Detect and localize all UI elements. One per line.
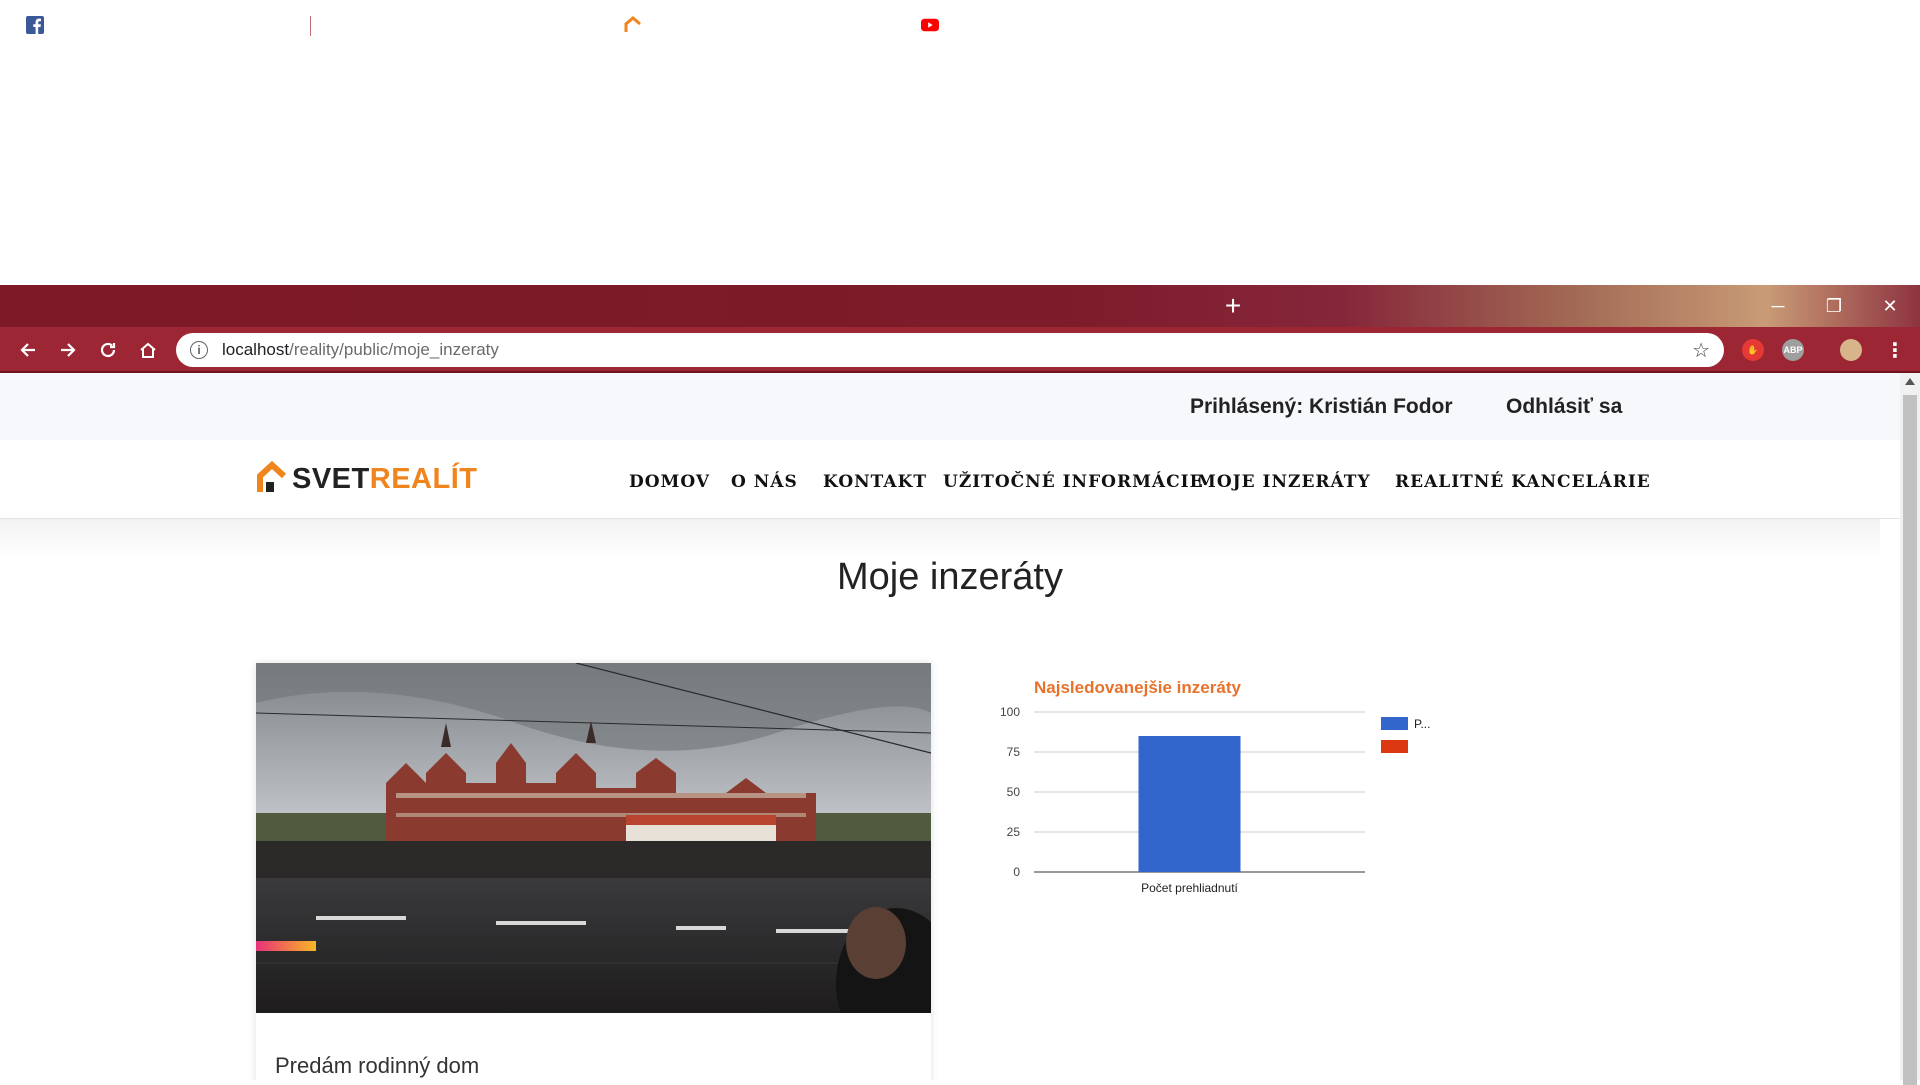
back-button[interactable] bbox=[13, 335, 43, 365]
adblock-plus-icon[interactable]: ABP bbox=[1782, 339, 1804, 361]
tab-facebook[interactable]: Facebook × bbox=[12, 8, 307, 42]
stop-hand-extension-icon[interactable]: ✋ bbox=[1742, 339, 1764, 361]
facebook-icon bbox=[26, 16, 44, 34]
tab-it-solutions[interactable]: IT Solutions × bbox=[610, 8, 905, 42]
house-logo-icon bbox=[624, 16, 642, 34]
user-bar: Prihlásený: Kristián Fodor Odhlásiť sa bbox=[0, 373, 1900, 440]
bookmark-star-icon[interactable]: ☆ bbox=[1692, 338, 1710, 363]
minimize-button[interactable]: ─ bbox=[1750, 285, 1806, 327]
url-path: /reality/public/moje_inzeraty bbox=[289, 340, 499, 359]
home-button[interactable] bbox=[133, 335, 163, 365]
tab-divider bbox=[310, 16, 311, 36]
nav-moje-inzeraty[interactable]: MOJE INZERÁTY bbox=[1197, 472, 1371, 492]
views-chart: Najsledovanejšie inzeráty 0 25 50 75 100 Poče… bbox=[985, 663, 1445, 903]
youtube-icon bbox=[921, 16, 939, 34]
tab-title: IT Solutions bbox=[654, 16, 739, 33]
address-bar[interactable]: i localhost/reality/public/moje_inzeraty… bbox=[176, 333, 1724, 367]
restore-button[interactable]: ❐ bbox=[1806, 285, 1862, 327]
bar bbox=[1138, 736, 1241, 872]
scroll-up-arrow-icon[interactable] bbox=[1905, 378, 1915, 385]
nav-o-nas[interactable]: O NÁS bbox=[731, 472, 798, 492]
chart-title: Najsledovanejšie inzeráty bbox=[1034, 678, 1241, 697]
profile-avatar[interactable] bbox=[1840, 339, 1862, 361]
y-tick-label: 100 bbox=[1000, 705, 1020, 719]
page-viewport: Prihlásený: Kristián Fodor Odhlásiť sa S… bbox=[0, 373, 1900, 1080]
new-tab-button[interactable]: + bbox=[1220, 288, 1246, 324]
page-title: Moje inzeráty bbox=[837, 556, 1063, 598]
close-tab-icon[interactable]: × bbox=[275, 15, 297, 36]
forward-arrow-icon bbox=[61, 343, 76, 357]
y-tick-label: 75 bbox=[1007, 745, 1021, 759]
scroll-thumb[interactable] bbox=[1903, 395, 1917, 1085]
listing-photo[interactable] bbox=[256, 663, 931, 1013]
tab-title: Facebook bbox=[56, 16, 127, 33]
nav-domov[interactable]: DOMOV bbox=[629, 472, 710, 492]
reload-button[interactable] bbox=[93, 335, 123, 365]
tab-youtube[interactable]: YouTube × bbox=[907, 8, 1202, 42]
url-host: localhost bbox=[222, 340, 290, 359]
document-icon bbox=[326, 16, 344, 34]
close-tab-icon[interactable]: × bbox=[1170, 15, 1192, 36]
desktop-blank-area bbox=[0, 0, 1920, 285]
house-logo-icon bbox=[257, 460, 287, 492]
y-tick-label: 0 bbox=[1013, 865, 1020, 879]
legend-swatch bbox=[1381, 717, 1408, 730]
vertical-scrollbar[interactable] bbox=[1900, 373, 1920, 1085]
tab-raw-github[interactable]: https://raw.githubusercontent.com × bbox=[312, 8, 607, 42]
listing-image bbox=[256, 663, 931, 1013]
listing-title[interactable]: Predám rodinný dom bbox=[275, 1053, 479, 1079]
nav-kontakt[interactable]: KONTAKT bbox=[823, 472, 927, 492]
logout-link[interactable]: Odhlásiť sa bbox=[1506, 395, 1622, 419]
site-logo[interactable]: SVETREALÍT bbox=[256, 460, 477, 494]
nav-realitne-kancelarie[interactable]: REALITNÉ KANCELÁRIE bbox=[1395, 472, 1651, 492]
tab-title: https://raw.githubusercontent.com bbox=[356, 16, 575, 33]
logged-in-user: Prihlásený: Kristián Fodor bbox=[1190, 395, 1453, 418]
accent-bar bbox=[256, 941, 316, 951]
menu-kebab-icon[interactable]: ⋮ bbox=[1884, 339, 1906, 362]
tab-strip bbox=[0, 285, 1920, 327]
back-arrow-icon bbox=[20, 343, 35, 357]
header-shadow bbox=[0, 519, 1880, 559]
main-navbar: SVETREALÍT DOMOV O NÁS KONTAKT UŽITOČNÉ … bbox=[0, 440, 1900, 519]
logo-text-svet: SVET bbox=[292, 463, 370, 495]
close-tab-icon[interactable]: × bbox=[873, 15, 895, 36]
y-tick-label: 25 bbox=[1007, 825, 1021, 839]
url-text[interactable]: localhost/reality/public/moje_inzeraty bbox=[222, 340, 1692, 360]
site-info-icon[interactable]: i bbox=[190, 341, 208, 359]
legend-swatch bbox=[1381, 740, 1408, 753]
chart-canvas: Najsledovanejšie inzeráty 0 25 50 75 100 Poče… bbox=[1000, 678, 1431, 895]
forward-button[interactable] bbox=[53, 335, 83, 365]
close-tab-icon[interactable]: × bbox=[575, 15, 597, 36]
x-tick-label: Počet prehliadnutí bbox=[1141, 881, 1238, 895]
legend-label: P... bbox=[1414, 717, 1430, 731]
home-icon bbox=[140, 342, 156, 358]
tab-title: YouTube bbox=[951, 16, 1014, 33]
logo-text-realit: REALÍT bbox=[369, 463, 478, 495]
listing-card[interactable]: Predám rodinný dom bbox=[256, 663, 931, 1080]
nav-uzitocne-informacie[interactable]: UŽITOČNÉ INFORMÁCIE bbox=[943, 472, 1204, 492]
close-window-button[interactable]: ✕ bbox=[1862, 285, 1918, 327]
reload-icon bbox=[100, 342, 116, 358]
y-tick-label: 50 bbox=[1007, 785, 1021, 799]
